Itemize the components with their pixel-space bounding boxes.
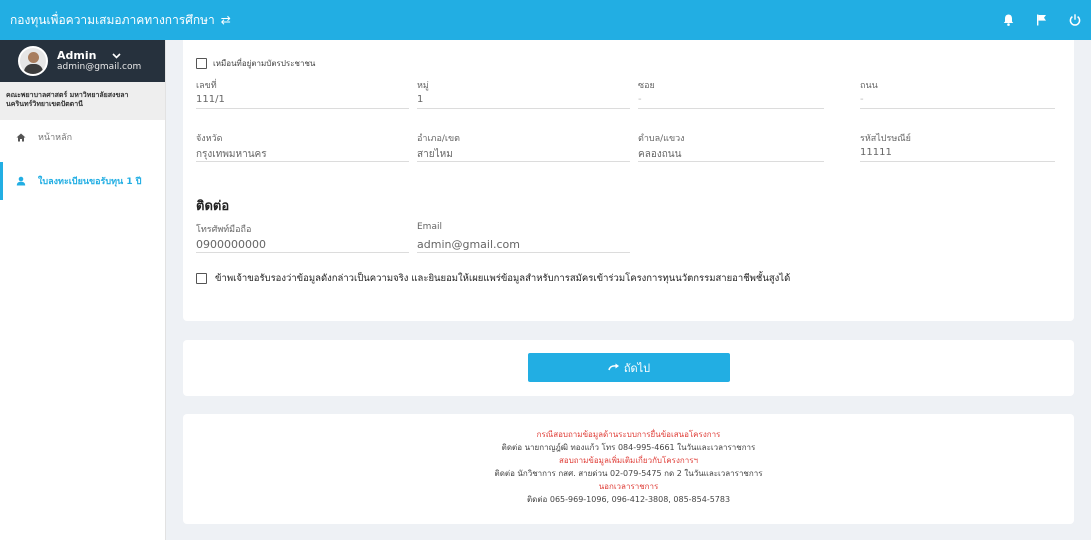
field-label: หมู่ <box>417 81 429 91</box>
field-label: Email <box>417 222 442 232</box>
next-button-card: ถัดไป <box>183 340 1074 396</box>
postal-code-field[interactable]: รหัสไปรษณีย์ 11111 <box>860 131 1055 162</box>
mobile-phone-field[interactable]: โทรศัพท์มือถือ 0900000000 <box>196 222 409 253</box>
sidebar-item-label: หน้าหลัก <box>38 133 73 143</box>
arrow-forward-icon <box>608 362 620 374</box>
sidebar-item-registration[interactable]: ใบลงทะเบียนขอรับทุน 1 ปี <box>0 162 165 200</box>
footer-contact-card: กรณีสอบถามข้อมูลด้านระบบการยื่นข้อเสนอโค… <box>183 414 1074 524</box>
soi-field[interactable]: ซอย - <box>638 78 824 109</box>
house-number-input[interactable]: 111/1 <box>196 90 409 109</box>
moo-field[interactable]: หมู่ 1 <box>417 78 630 109</box>
same-as-id-checkbox[interactable] <box>196 58 207 69</box>
footer-afterhours-contact: ติดต่อ 065-969-1096, 096-412-3808, 085-8… <box>526 495 731 504</box>
avatar <box>18 46 48 76</box>
soi-input[interactable]: - <box>638 90 824 109</box>
sidebar-item-label: ใบลงทะเบียนขอรับทุน 1 ปี <box>38 177 142 187</box>
subdistrict-field[interactable]: ตำบล/แขวง คลองถนน <box>638 131 824 162</box>
footer-system-contact: ติดต่อ นายกาญฎ์ฒิ ทองแก้ว โทร 084-995-46… <box>501 443 756 452</box>
sidebar: Admin admin@gmail.com คณะพยาบาลศาสตร์ มห… <box>0 40 166 540</box>
consent-checkbox-row[interactable]: ข้าพเจ้าขอรับรองว่าข้อมูลดังกล่าวเป็นควา… <box>196 271 790 286</box>
road-field[interactable]: ถนน - <box>860 78 1055 109</box>
same-as-id-checkbox-row[interactable]: เหมือนที่อยู่ตามบัตรประชาชน <box>196 57 315 70</box>
postal-code-input[interactable]: 11111 <box>860 143 1055 162</box>
profile-info: Admin admin@gmail.com <box>57 48 142 73</box>
mobile-phone-input[interactable]: 0900000000 <box>196 234 409 253</box>
top-bar-actions <box>1003 0 1081 40</box>
footer-afterhours-heading: นอกเวลาราชการ <box>598 482 659 491</box>
section-heading-clipped <box>195 36 275 44</box>
profile-block[interactable]: Admin admin@gmail.com <box>0 40 165 82</box>
email-input[interactable]: admin@gmail.com <box>417 234 630 253</box>
field-label: เลขที่ <box>196 81 217 91</box>
field-label: ตำบล/แขวง <box>638 134 685 144</box>
field-label: โทรศัพท์มือถือ <box>196 225 252 235</box>
subdistrict-input[interactable]: คลองถนน <box>638 143 824 162</box>
bell-icon[interactable] <box>1003 14 1014 26</box>
next-button-label: ถัดไป <box>623 362 651 375</box>
field-label: รหัสไปรษณีย์ <box>860 134 911 144</box>
next-button[interactable]: ถัดไป <box>528 353 730 382</box>
profile-email: admin@gmail.com <box>57 62 142 73</box>
profile-name: Admin <box>57 48 97 62</box>
province-field[interactable]: จังหวัด กรุงเทพมหานคร <box>196 131 409 162</box>
footer-system-heading: กรณีสอบถามข้อมูลด้านระบบการยื่นข้อเสนอโค… <box>536 430 721 439</box>
road-input[interactable]: - <box>860 90 1055 109</box>
field-label: อำเภอ/เขต <box>417 134 460 144</box>
district-input[interactable]: สายไหม <box>417 143 630 162</box>
organization-name: คณะพยาบาลศาสตร์ มหาวิทยาลัยสงขลา นครินทร… <box>0 82 165 120</box>
email-field[interactable]: Email admin@gmail.com <box>417 222 630 253</box>
address-form-card: เหมือนที่อยู่ตามบัตรประชาชน เลขที่ 111/1… <box>183 40 1074 321</box>
moo-input[interactable]: 1 <box>417 90 630 109</box>
power-icon[interactable] <box>1069 14 1081 26</box>
same-as-id-label: เหมือนที่อยู่ตามบัตรประชาชน <box>213 59 316 68</box>
footer-contact-info: กรณีสอบถามข้อมูลด้านระบบการยื่นข้อเสนอโค… <box>183 428 1074 506</box>
district-field[interactable]: อำเภอ/เขต สายไหม <box>417 131 630 162</box>
user-icon <box>16 176 28 186</box>
chevron-down-icon[interactable] <box>112 50 122 63</box>
top-bar: กองทุนเพื่อความเสมอภาคทางการศึกษา ⇄ <box>0 0 1091 40</box>
home-icon <box>16 133 28 142</box>
swap-arrows-icon[interactable]: ⇄ <box>221 13 231 27</box>
field-label: ซอย <box>638 81 655 91</box>
contact-section-title: ติดต่อ <box>196 199 230 214</box>
consent-text: ข้าพเจ้าขอรับรองว่าข้อมูลดังกล่าวเป็นควา… <box>215 273 791 284</box>
app-title[interactable]: กองทุนเพื่อความเสมอภาคทางการศึกษา <box>0 11 215 30</box>
flag-icon[interactable] <box>1036 14 1047 26</box>
consent-checkbox[interactable] <box>196 273 207 284</box>
footer-project-contact: ติดต่อ นักวิชาการ กสศ. สายด่วน 02-079-54… <box>494 469 763 478</box>
footer-project-heading: สอบถามข้อมูลเพิ่มเติมเกี่ยวกับโครงการฯ <box>559 456 698 465</box>
province-input[interactable]: กรุงเทพมหานคร <box>196 143 409 162</box>
organization-line-2: นครินทร์วิทยาเขตปัตตานี <box>6 100 83 109</box>
field-label: จังหวัด <box>196 134 223 144</box>
house-number-field[interactable]: เลขที่ 111/1 <box>196 78 409 109</box>
sidebar-item-home[interactable]: หน้าหลัก <box>0 120 165 154</box>
field-label: ถนน <box>860 81 878 91</box>
